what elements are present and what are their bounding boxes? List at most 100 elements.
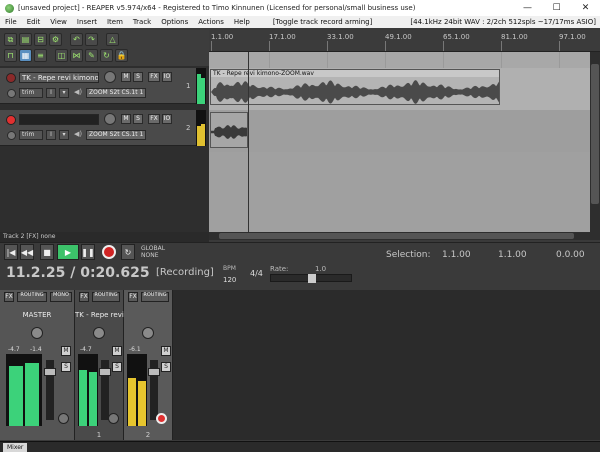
strip-fader-cap[interactable] xyxy=(148,368,160,376)
strip-pan-knob[interactable] xyxy=(93,327,105,339)
track-name-field[interactable]: TK - Repe revi kimono xyxy=(19,72,99,83)
master-routing-button[interactable]: ROUTING xyxy=(17,292,47,302)
mute-button[interactable]: M xyxy=(121,114,131,124)
menu-item[interactable]: Item xyxy=(102,18,128,26)
open-project-icon[interactable]: ▤ xyxy=(19,33,32,46)
ripple-edit-icon[interactable]: ≡ xyxy=(34,49,47,62)
horizontal-scroll-thumb[interactable] xyxy=(219,233,574,239)
track-name-field[interactable] xyxy=(19,114,99,125)
record-arm-button[interactable] xyxy=(6,73,16,83)
grid-icon[interactable]: ▦ xyxy=(19,49,32,62)
recording-item[interactable] xyxy=(210,112,248,148)
stop-button[interactable]: ■ xyxy=(40,244,54,260)
new-project-icon[interactable]: ⧉ xyxy=(4,33,17,46)
record-input-selector[interactable]: ZOOM S2t CS.1t 1 xyxy=(86,88,146,98)
trim-mode-button[interactable]: trim xyxy=(19,88,43,98)
trim-mode-button[interactable]: trim xyxy=(19,130,43,140)
media-item[interactable]: TK - Repe revi kimono-ZOOM.wav xyxy=(210,69,500,105)
strip-fader[interactable] xyxy=(148,360,160,420)
master-gear-icon[interactable] xyxy=(58,413,69,424)
strip-solo-button[interactable]: S xyxy=(112,362,122,372)
record-input-selector[interactable]: ZOOM S2t CS.1t 1 xyxy=(86,130,146,140)
selection-end[interactable]: 1.1.00 xyxy=(498,250,527,260)
vertical-scroll-thumb[interactable] xyxy=(591,64,599,204)
envelope-points-icon[interactable]: ✎ xyxy=(85,49,98,62)
save-project-icon[interactable]: ⊟ xyxy=(34,33,47,46)
lock-icon[interactable]: 🔒 xyxy=(115,49,128,62)
record-mode-dropdown[interactable]: ▾ xyxy=(59,130,69,140)
master-solo-button[interactable]: S xyxy=(61,362,71,372)
item-grouping-icon[interactable]: ◫ xyxy=(55,49,68,62)
auto-crossfade-icon[interactable]: ⋈ xyxy=(70,49,83,62)
time-signature[interactable]: 4/4 xyxy=(250,269,263,278)
strip-mute-button[interactable]: M xyxy=(112,346,122,356)
mute-button[interactable]: M xyxy=(121,72,131,82)
undo-icon[interactable]: ↶ xyxy=(70,33,83,46)
bpm-value[interactable]: 120 xyxy=(223,276,236,284)
snap-icon[interactable]: ⊓ xyxy=(4,49,17,62)
fx-button[interactable]: FX xyxy=(148,114,160,124)
strip-solo-button[interactable]: S xyxy=(161,362,171,372)
redo-icon[interactable]: ↷ xyxy=(85,33,98,46)
master-fx-button[interactable]: FX xyxy=(4,292,14,302)
menu-help[interactable]: Help xyxy=(229,18,255,26)
rate-slider-handle[interactable] xyxy=(308,274,316,283)
maximize-button[interactable]: ☐ xyxy=(542,0,571,16)
arrange-view[interactable]: 1.1.00 17.1.00 33.1.00 49.1.00 65.1.00 8… xyxy=(209,30,600,232)
io-button[interactable]: IO xyxy=(162,114,172,124)
strip-record-arm-button[interactable] xyxy=(108,413,119,424)
track-1-lane[interactable]: TK - Repe revi kimono-ZOOM.wav xyxy=(209,68,600,110)
solo-button[interactable]: S xyxy=(133,72,143,82)
master-mute-button[interactable]: M xyxy=(61,346,71,356)
menu-view[interactable]: View xyxy=(45,18,72,26)
strip-fader[interactable] xyxy=(99,360,111,420)
minimize-button[interactable]: — xyxy=(513,0,542,16)
phase-icon[interactable] xyxy=(7,89,16,98)
metronome-icon[interactable]: △ xyxy=(106,33,119,46)
strip-pan-knob[interactable] xyxy=(142,327,154,339)
strip-record-arm-button[interactable] xyxy=(156,413,167,424)
time-display[interactable]: 11.2.25 / 0:20.625 xyxy=(6,265,150,281)
fx-button[interactable]: FX xyxy=(148,72,160,82)
track-1-header[interactable]: TK - Repe revi kimono M S FX IO trim I ▾… xyxy=(0,68,200,104)
play-button[interactable]: ▶ xyxy=(57,244,79,260)
close-button[interactable]: ✕ xyxy=(571,0,600,16)
record-button[interactable] xyxy=(102,245,116,259)
menu-options[interactable]: Options xyxy=(156,18,193,26)
strip-routing-button[interactable]: ROUTING xyxy=(92,292,120,302)
master-fader-cap[interactable] xyxy=(44,368,56,376)
phase-icon[interactable] xyxy=(7,131,16,140)
menu-track[interactable]: Track xyxy=(128,18,156,26)
empty-lane-area[interactable] xyxy=(209,152,600,232)
loop-icon[interactable]: ↻ xyxy=(100,49,113,62)
track-2-lane[interactable] xyxy=(209,110,600,152)
record-arm-button[interactable] xyxy=(6,115,16,125)
go-to-start-button[interactable]: |◀ xyxy=(4,244,18,260)
audio-device-status[interactable]: [44.1kHz 24bit WAV : 2/2ch 512spls ~17/1… xyxy=(410,18,600,26)
volume-knob[interactable] xyxy=(104,113,116,125)
master-mono-button[interactable]: MONO xyxy=(50,292,72,302)
timeline-ruler[interactable]: 1.1.00 17.1.00 33.1.00 49.1.00 65.1.00 8… xyxy=(209,30,600,52)
vertical-scrollbar[interactable] xyxy=(590,52,600,232)
io-button[interactable]: IO xyxy=(162,72,172,82)
record-mode-dropdown[interactable]: ▾ xyxy=(59,88,69,98)
track-2-header[interactable]: M S FX IO trim I ▾ ◀) ZOOM S2t CS.1t 1 2 xyxy=(0,110,200,146)
menu-edit[interactable]: Edit xyxy=(22,18,46,26)
menu-insert[interactable]: Insert xyxy=(72,18,102,26)
mixer-tab[interactable]: Mixer xyxy=(3,443,28,452)
horizontal-scrollbar[interactable] xyxy=(209,232,600,240)
input-monitor-button[interactable]: I xyxy=(46,130,56,140)
master-pan-knob[interactable] xyxy=(31,327,43,339)
selection-start[interactable]: 1.1.00 xyxy=(442,250,471,260)
strip-routing-button[interactable]: ROUTING xyxy=(141,292,169,302)
strip-fx-button[interactable]: FX xyxy=(128,292,138,302)
menu-file[interactable]: File xyxy=(0,18,22,26)
strip-fader-cap[interactable] xyxy=(99,368,111,376)
master-fader[interactable] xyxy=(44,360,56,420)
global-automation-toggle[interactable]: GLOBAL NONE xyxy=(141,245,165,259)
strip-fx-button[interactable]: FX xyxy=(79,292,89,302)
rate-slider[interactable] xyxy=(270,274,352,283)
rewind-button[interactable]: ◀◀ xyxy=(20,244,34,260)
input-monitor-button[interactable]: I xyxy=(46,88,56,98)
menu-actions[interactable]: Actions xyxy=(193,18,229,26)
